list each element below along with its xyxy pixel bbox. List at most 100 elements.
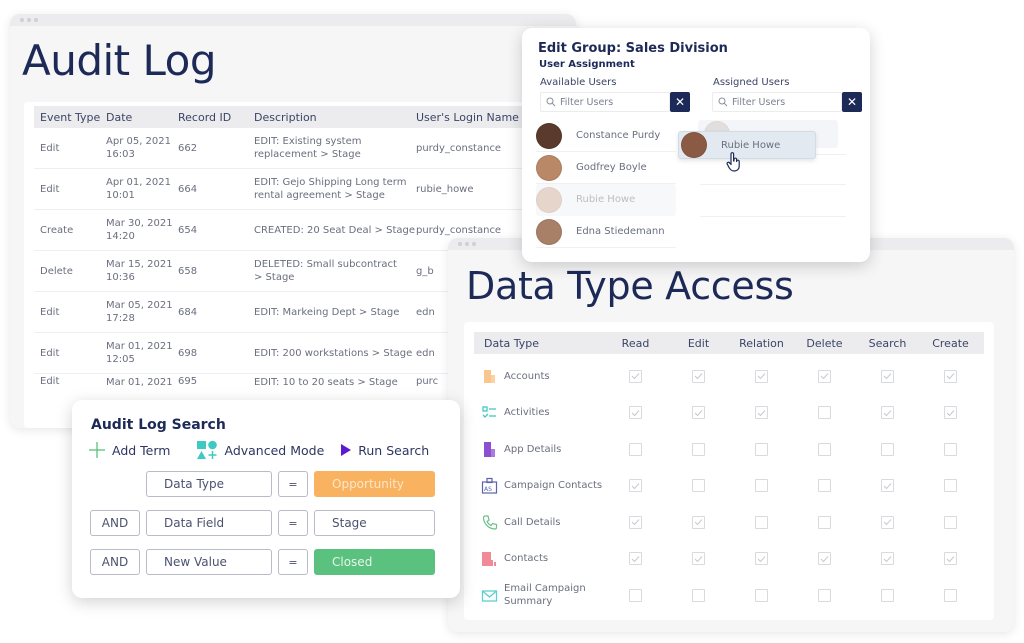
clear-filter-button[interactable]: ✕ [670,92,690,112]
relation-checkbox[interactable] [755,552,768,565]
create-checkbox[interactable] [944,406,957,419]
permission-cell [604,369,667,383]
event-date: Apr 05, 2021 16:03 [106,135,178,161]
edit-checkbox[interactable] [692,588,705,602]
edit-checkbox[interactable] [692,515,705,529]
relation-checkbox[interactable] [755,369,768,383]
relation-checkbox[interactable] [755,442,768,456]
user-list-item[interactable]: Edna Stiedemann [536,216,676,248]
description: EDIT: Markeing Dept > Stage [254,306,416,319]
advanced-mode-button[interactable]: Advanced Mode [196,440,324,460]
value-input[interactable]: Opportunity [314,471,435,497]
delete-checkbox[interactable] [818,515,831,529]
add-term-button[interactable]: Add Term [88,441,170,459]
data-type-name: App Details [504,443,562,455]
delete-checkbox[interactable] [818,552,831,565]
permission-cell [919,406,982,419]
create-checkbox[interactable] [944,442,957,456]
connector-select[interactable]: AND [90,510,140,536]
connector-select[interactable]: AND [90,549,140,575]
search-icon [718,97,728,107]
read-checkbox[interactable] [629,406,642,419]
edit-checkbox[interactable] [692,406,705,419]
search-checkbox[interactable] [881,442,894,456]
read-checkbox[interactable] [629,442,642,456]
table-row[interactable]: Edit Apr 01, 2021 10:01 664 EDIT: Gejo Shipp… [34,169,564,210]
column-header-event-type[interactable]: Event Type [34,111,106,124]
date: Apr 01, 2021 [106,177,172,188]
data-type-name: Email Campaign Summary [504,583,586,607]
run-search-button[interactable]: Run Search [340,443,429,458]
search-checkbox[interactable] [881,588,894,602]
field-select[interactable]: Data Type [146,471,272,497]
column-header-record-id[interactable]: Record ID [178,111,254,124]
time: 10:01 [106,190,135,201]
create-checkbox[interactable] [944,552,957,565]
data-type-name: Contacts [504,553,549,564]
user-name: Edna Stiedemann [576,226,665,237]
search-checkbox[interactable] [881,552,894,565]
user-list-item[interactable]: Constance Purdy [536,120,676,152]
read-checkbox[interactable] [629,369,642,383]
permission-cell [730,588,793,602]
read-checkbox[interactable] [629,515,642,529]
read-checkbox[interactable] [629,479,642,492]
svg-text:AS: AS [484,486,492,493]
value-input[interactable]: Closed [314,549,435,575]
operator-select[interactable]: = [278,471,308,497]
clear-filter-button[interactable]: ✕ [842,92,862,112]
user-list-item[interactable]: Godfrey Boyle [536,152,676,184]
search-checkbox[interactable] [881,369,894,383]
data-type-access-window: Data Type Access Data Type Read Edit Rel… [448,238,1014,632]
date: Mar 01, 2021 [106,341,173,352]
permission-cell [730,442,793,456]
edit-checkbox[interactable] [692,442,705,456]
field-select[interactable]: Data Field [146,510,272,536]
dragged-user-chip[interactable]: Rubie Howe [678,131,816,159]
search-checkbox[interactable] [881,515,894,529]
value-input[interactable]: Stage [314,510,435,536]
read-checkbox[interactable] [629,552,642,565]
search-checkbox[interactable] [881,479,894,492]
app-building-icon [474,441,504,458]
permission-cell [793,479,856,492]
edit-checkbox[interactable] [692,369,705,383]
relation-checkbox[interactable] [755,588,768,602]
delete-checkbox[interactable] [818,588,831,602]
create-checkbox[interactable] [944,588,957,602]
edit-checkbox[interactable] [692,552,705,565]
create-checkbox[interactable] [944,515,957,529]
create-checkbox[interactable] [944,479,957,492]
time: 12:05 [106,354,135,365]
delete-checkbox[interactable] [818,406,831,419]
available-filter-input[interactable]: Filter Users [540,92,670,112]
edit-checkbox[interactable] [692,479,705,492]
field-select[interactable]: New Value [146,549,272,575]
permission-cell [856,515,919,529]
table-row[interactable]: Edit Apr 05, 2021 16:03 662 EDIT: Existing s… [34,128,564,169]
search-checkbox[interactable] [881,406,894,419]
permission-cell [604,406,667,419]
relation-checkbox[interactable] [755,479,768,492]
read-checkbox[interactable] [629,588,642,602]
event-type: Edit [40,376,60,387]
user-drag-placeholder[interactable]: Rubie Howe [536,184,676,216]
delete-checkbox[interactable] [818,369,831,383]
access-table-card: Data Type Read Edit Relation Delete Sear… [464,322,994,620]
create-checkbox[interactable] [944,369,957,383]
delete-checkbox[interactable] [818,442,831,456]
column-header-description[interactable]: Description [254,111,416,124]
filter-placeholder: Filter Users [732,96,786,108]
relation-checkbox[interactable] [755,515,768,529]
column-header-edit: Edit [687,336,710,350]
operator-select[interactable]: = [278,549,308,575]
relation-checkbox[interactable] [755,406,768,419]
operator-select[interactable]: = [278,510,308,536]
avatar [681,132,707,158]
description-line: rental agreement > Stage [254,190,385,201]
delete-checkbox[interactable] [818,479,831,492]
column-header-login-name[interactable]: User's Login Name [416,111,536,124]
column-header-date[interactable]: Date [106,111,178,124]
assigned-filter-input[interactable]: Filter Users [712,92,842,112]
assigned-users-label: Assigned Users [713,77,790,88]
